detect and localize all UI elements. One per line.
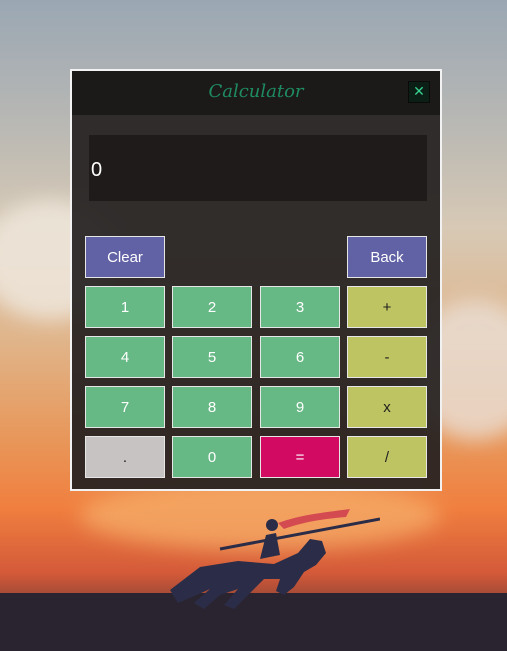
back-button[interactable]: Back [347, 236, 427, 278]
close-button[interactable]: ✕ [408, 81, 430, 103]
multiply-button[interactable]: x [347, 386, 427, 428]
window-title: Calculator [208, 81, 304, 102]
digit-3-button[interactable]: 3 [260, 286, 340, 328]
equals-button[interactable]: = [260, 436, 340, 478]
display-value: 0 [91, 159, 103, 181]
digit-5-button[interactable]: 5 [172, 336, 252, 378]
clear-button[interactable]: Clear [85, 236, 165, 278]
digit-1-button[interactable]: 1 [85, 286, 165, 328]
divide-button[interactable]: / [347, 436, 427, 478]
calculator-display: 0 [89, 135, 427, 201]
close-icon: ✕ [413, 84, 425, 100]
digit-9-button[interactable]: 9 [260, 386, 340, 428]
digit-0-button[interactable]: 0 [172, 436, 252, 478]
digit-8-button[interactable]: 8 [172, 386, 252, 428]
calculator-window: Calculator ✕ 0 Clear Back 1 2 3 + 4 5 6 … [70, 69, 442, 491]
plus-button[interactable]: + [347, 286, 427, 328]
digit-4-button[interactable]: 4 [85, 336, 165, 378]
title-bar: Calculator ✕ [72, 71, 440, 115]
digit-2-button[interactable]: 2 [172, 286, 252, 328]
digit-6-button[interactable]: 6 [260, 336, 340, 378]
digit-7-button[interactable]: 7 [85, 386, 165, 428]
decimal-point-button[interactable]: . [85, 436, 165, 478]
horse-rider-silhouette [170, 509, 380, 609]
minus-button[interactable]: - [347, 336, 427, 378]
